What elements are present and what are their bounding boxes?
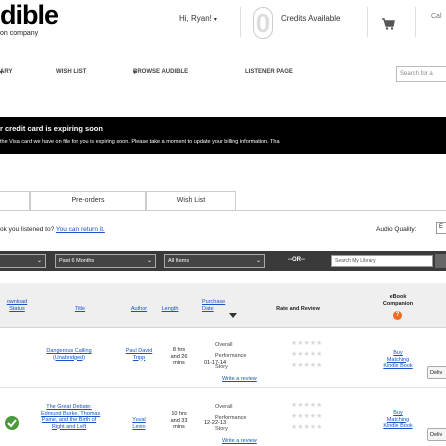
header-divider [240,7,241,37]
chevron-down-icon: ⌄ [255,258,261,264]
rate-label-overall: Overall [215,404,233,410]
author-link[interactable]: Yuval Levin [128,417,150,430]
title-link[interactable]: The Great Debate: Edmund Burke, Thomas P… [41,404,100,430]
buy-kindle-link[interactable]: Buy Matching Kindle Book [375,350,421,370]
rate-label-story: Story [215,364,228,370]
greeting-text: Hi, Ryan! [179,14,212,23]
tab-library[interactable] [0,191,30,211]
credits-label[interactable]: Credits Available [281,14,340,23]
nav-item-listener-page[interactable]: LISTENER PAGE [245,69,293,75]
length-value: 10 hrs and 33 mins [170,411,188,430]
col-purchase-date[interactable]: Purchase Date [202,299,236,313]
filter-type-select[interactable]: ⌄ [0,254,46,268]
col-ebook-companion: eBook Companion [382,294,414,307]
banner-title: r credit card is expiring soon [0,124,103,133]
star-rating-story[interactable]: ★★★★★ [291,423,322,431]
nav-item-wish-list[interactable]: WISH LIST [56,69,86,75]
col-author[interactable]: Author [126,306,152,313]
write-review-link[interactable]: Write a review [222,438,257,444]
help-icon[interactable]: ? [393,311,402,320]
banner-text: the Visa card we have on file for you is… [0,139,280,145]
star-rating-overall[interactable]: ★★★★★ [291,339,322,347]
expiring-card-banner: r credit card is expiring soon the Visa … [0,117,446,154]
header-divider [415,7,416,37]
tab-wish-list[interactable]: Wish List [146,191,236,211]
sort-desc-icon[interactable] [229,313,237,318]
buy-kindle-link[interactable]: Buy Matching Kindle Book [375,410,421,430]
star-rating-performance[interactable]: ★★★★★ [291,412,322,420]
deliver-button[interactable]: Deliv [427,366,446,379]
header-divider [367,7,368,37]
rate-label-performance: Performance [215,353,247,359]
star-rating-overall[interactable]: ★★★★★ [291,401,322,409]
length-value: 8 hrs and 26 mins [170,347,188,366]
or-label: --OR-- [288,257,305,263]
logo-tagline: on company [0,30,39,37]
library-search-button[interactable] [435,254,446,268]
chevron-down-icon: ⌄ [146,258,152,264]
rate-label-performance: Performance [215,415,247,421]
audio-quality-select[interactable]: E [436,222,446,234]
col-rate-review: Rate and Review [276,306,320,312]
cart-icon[interactable] [381,17,395,31]
return-note: ok you listened to? You can return it. [0,226,105,233]
col-title[interactable]: Title [70,306,90,313]
audible-logo[interactable]: dible [0,2,59,29]
rate-label-overall: Overall [215,342,233,348]
credits-count: 0 [253,7,273,39]
site-search-input[interactable]: Search for a [396,66,446,82]
table-row: The Great Debate: Edmund Burke, Thomas P… [0,388,446,446]
library-filter-bar: ⌄ Past 6 Months ⌄ All Items ⌄ --OR-- Searc… [0,251,446,271]
filter-items-select[interactable]: All Items ⌄ [164,254,265,268]
tab-pre-orders[interactable]: Pre-orders [30,191,146,211]
nav-item-library[interactable]: ARY ▾ [0,69,12,76]
chevron-down-icon: ⌄ [36,258,42,264]
col-length[interactable]: Length [155,306,185,313]
download-complete-icon [5,416,19,430]
author-link[interactable]: Paul David Tripp [124,348,154,361]
star-rating-performance[interactable]: ★★★★★ [291,350,322,358]
main-nav: ARY ▾ WISH LIST BROWSE AUDIBLE ▾ LISTENE… [0,69,446,83]
tabs-divider [0,210,446,211]
deliver-button[interactable]: Deliv [427,428,446,441]
chevron-down-icon: ▾ [213,17,217,23]
title-link[interactable]: Dangerous Calling (Unabridged) [45,348,93,361]
nav-item-browse[interactable]: BROWSE AUDIBLE ▾ [133,69,188,76]
account-menu[interactable]: Hi, Ryan! ▾ [179,14,217,23]
audio-quality-label: Audio Quality: [376,226,417,233]
table-row: Dangerous Calling (Unabridged) Paul Davi… [0,328,446,388]
library-search-input[interactable]: Search My Library [331,255,433,267]
call-link[interactable]: Cal [431,13,442,20]
star-rating-story[interactable]: ★★★★★ [291,361,322,369]
filter-date-select[interactable]: Past 6 Months ⌄ [55,254,156,268]
return-link[interactable]: You can return it. [56,226,105,233]
col-download-status[interactable]: ownload Status [0,299,34,313]
write-review-link[interactable]: Write a review [222,376,257,382]
rate-label-story: Story [215,426,228,432]
